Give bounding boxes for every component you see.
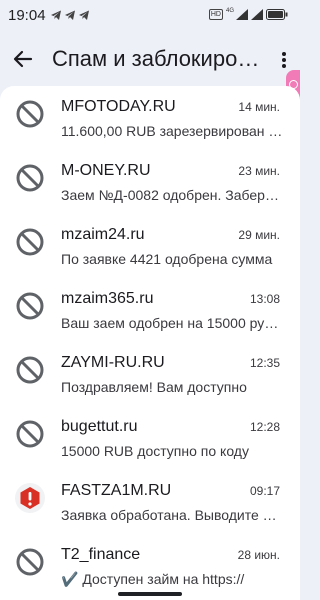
- block-icon: [16, 548, 44, 576]
- signal-icon: [251, 9, 263, 20]
- status-bar: 19:04 HD 4G: [0, 0, 300, 34]
- conversation-sender: MFOTODAY.RU: [61, 98, 176, 115]
- block-icon: [16, 228, 44, 256]
- app-bar: Спам и заблокированные: [0, 34, 300, 86]
- conversation-time: 23 мин.: [238, 164, 280, 178]
- network-type-label: 4G: [225, 7, 234, 14]
- conversation-row[interactable]: M-ONEY.RU 23 мин. Заем №Д-0082 одобрен. …: [0, 150, 300, 212]
- conversation-time: 14 мин.: [238, 100, 280, 114]
- conversation-row[interactable]: mzaim365.ru 13:08 Ваш заем одобрен на 15…: [0, 278, 300, 340]
- conversation-sender: bugettut.ru: [61, 418, 138, 435]
- conversation-snippet: Ваш заем одобрен на 15000 рублей: [61, 315, 283, 331]
- conversation-snippet: ✔️ Доступен займ на https://: [61, 571, 245, 587]
- signal-icon: [236, 9, 248, 20]
- back-button[interactable]: [10, 46, 36, 72]
- more-options-button[interactable]: [276, 47, 292, 73]
- conversation-row[interactable]: T2_finance 28 июн. ✔️ Доступен займ на h…: [0, 534, 300, 596]
- conversation-row[interactable]: ZAYMI-RU.RU 12:35 Поздравляем! Вам досту…: [0, 342, 300, 404]
- telegram-notification-icon: [79, 10, 89, 20]
- status-indicators: HD 4G: [208, 7, 288, 20]
- gesture-nav-handle[interactable]: [118, 592, 182, 596]
- conversation-time: 09:17: [249, 484, 280, 498]
- conversation-time: 12:35: [249, 356, 280, 370]
- block-icon: [16, 420, 44, 448]
- conversation-snippet: Заем №Д-0082 одобрен. Заберите деньги: [61, 187, 283, 203]
- conversation-snippet: Заявка обработана. Выводите деньги: [61, 507, 283, 523]
- conversation-snippet: Поздравляем! Вам доступно: [61, 379, 247, 395]
- status-time: 19:04: [8, 7, 46, 24]
- conversation-time: 29 мин.: [238, 228, 280, 242]
- block-icon: [16, 100, 44, 128]
- telegram-notification-icon: [51, 10, 61, 20]
- conversation-snippet: По заявке 4421 одобрена сумма: [61, 251, 273, 267]
- conversation-time: 12:28: [249, 420, 280, 434]
- battery-icon: [266, 9, 288, 20]
- conversation-sender: FASTZA1M.RU: [61, 482, 172, 499]
- conversation-time: 28 июн.: [237, 548, 280, 562]
- conversation-sender: ZAYMI-RU.RU: [61, 354, 165, 371]
- arrow-back-icon: [13, 50, 33, 68]
- conversation-list: MFOTODAY.RU 14 мин. 11.600,00 RUB зарезе…: [0, 86, 300, 600]
- block-icon: [16, 164, 44, 192]
- conversation-row[interactable]: FASTZA1M.RU 09:17 Заявка обработана. Выв…: [0, 470, 300, 532]
- alert-icon: [15, 483, 45, 513]
- conversation-sender: T2_finance: [61, 546, 141, 563]
- page-title: Спам и заблокированные: [52, 46, 264, 71]
- hd-badge: HD: [208, 9, 223, 20]
- telegram-notification-icon: [65, 10, 75, 20]
- conversation-row[interactable]: mzaim24.ru 29 мин. По заявке 4421 одобре…: [0, 214, 300, 276]
- block-icon: [16, 292, 44, 320]
- conversation-sender: mzaim24.ru: [61, 226, 145, 243]
- more-vert-icon: [282, 52, 286, 68]
- block-icon: [16, 356, 44, 384]
- conversation-time: 13:08: [249, 292, 280, 306]
- conversation-sender: M-ONEY.RU: [61, 162, 151, 179]
- conversation-snippet: 11.600,00 RUB зарезервирован для вас: [61, 123, 283, 139]
- conversation-sender: mzaim365.ru: [61, 290, 154, 307]
- conversation-row[interactable]: MFOTODAY.RU 14 мин. 11.600,00 RUB зарезе…: [0, 86, 300, 148]
- conversation-row[interactable]: bugettut.ru 12:28 15000 RUB доступно по …: [0, 406, 300, 468]
- conversation-snippet: 15000 RUB доступно по коду: [61, 443, 249, 459]
